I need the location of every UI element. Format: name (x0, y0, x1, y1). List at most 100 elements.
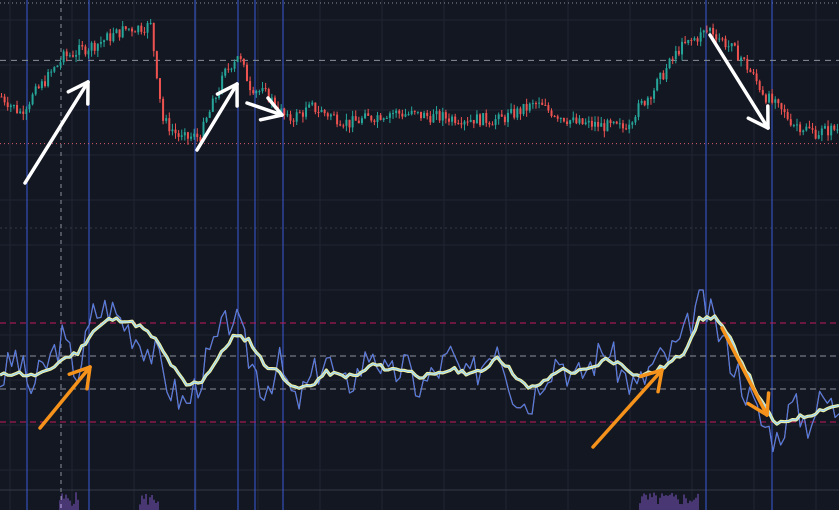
candle-body (786, 112, 789, 120)
candle-body (121, 26, 124, 38)
candle-body (174, 129, 177, 134)
candle-body (541, 102, 544, 105)
candle-body (500, 114, 503, 117)
chart-canvas[interactable] (0, 0, 839, 510)
candle-body (37, 86, 40, 89)
candle-body (758, 81, 761, 91)
candle-body (292, 120, 295, 122)
candle-body (534, 103, 537, 105)
candle-body (466, 121, 469, 123)
candle-body (814, 129, 817, 139)
candle-body (373, 120, 376, 123)
candle-body (413, 110, 416, 112)
candle-body (357, 120, 360, 124)
candle-body (789, 119, 792, 126)
candle-body (603, 123, 606, 132)
candle-body (752, 72, 755, 74)
candle-body (22, 111, 25, 114)
candle-body (519, 108, 522, 115)
candle-body (323, 110, 326, 114)
candle-body (416, 111, 419, 113)
candle-body (830, 125, 833, 136)
candle-body (326, 113, 329, 117)
candle-body (211, 98, 214, 112)
candle-body (556, 116, 559, 119)
candle-body (581, 118, 584, 125)
candle-body (817, 135, 820, 139)
candle-body (239, 56, 242, 59)
candle-body (208, 111, 211, 118)
candle-body (513, 108, 516, 118)
candle-body (656, 79, 659, 91)
candle-body (811, 128, 814, 130)
candle-body (805, 126, 808, 131)
candle-body (721, 38, 724, 40)
candle-body (395, 110, 398, 114)
osc-arrow-down[interactable] (720, 326, 771, 417)
candle-body (705, 30, 708, 32)
candle-body (47, 72, 50, 87)
price-arrow-up-1[interactable] (23, 80, 90, 185)
candle-body (609, 120, 612, 124)
osc-fast-line (0, 289, 839, 453)
candle-body (53, 67, 56, 72)
candle-body (84, 46, 87, 55)
candle-body (749, 69, 752, 73)
candle-body (454, 116, 457, 124)
candle-body (283, 108, 286, 116)
candle-body (314, 102, 317, 113)
candle-body (112, 33, 115, 42)
drawing-arrows[interactable] (23, 33, 771, 449)
osc-slow-line-outer (0, 314, 839, 426)
candle-body (708, 28, 711, 31)
candle-body (718, 38, 721, 40)
candle-body (429, 116, 432, 123)
candle-body (152, 22, 155, 52)
candle-body (712, 28, 715, 35)
candle-body (376, 115, 379, 123)
candle-body (31, 94, 34, 105)
candle-body (510, 108, 513, 113)
candle-body (441, 112, 444, 121)
candle-body (233, 61, 236, 69)
candle-body (242, 58, 245, 65)
candle-body (28, 104, 31, 110)
oscillator-pane[interactable] (0, 289, 839, 453)
price-arrow-up-2[interactable] (195, 82, 239, 152)
candle-body (398, 110, 401, 114)
candle-body (9, 105, 12, 108)
candle-body (354, 116, 357, 121)
osc-arrow-up-1[interactable] (38, 365, 92, 430)
candle-body (494, 119, 497, 125)
candle-body (690, 39, 693, 41)
candle-body (379, 115, 382, 120)
candle-body (146, 23, 149, 33)
candle-body (628, 124, 631, 130)
candle-body (382, 118, 385, 120)
candle-body (736, 45, 739, 61)
candle-body (640, 101, 643, 104)
candle-body (127, 28, 130, 30)
candle-body (687, 39, 690, 44)
candle-body (317, 112, 320, 114)
candle-body (575, 117, 578, 124)
candle-body (740, 57, 743, 61)
candle-body (684, 41, 687, 44)
candle-body (547, 105, 550, 111)
candle-body (507, 112, 510, 123)
candle-body (336, 114, 339, 125)
candle-body (6, 102, 9, 108)
candle-body (360, 118, 363, 124)
candle-body (183, 132, 186, 136)
candle-body (827, 126, 830, 136)
candle-body (727, 46, 730, 48)
price-arrow-up-3[interactable] (245, 96, 284, 122)
candle-body (301, 112, 304, 117)
candle-body (618, 123, 621, 125)
candle-body (435, 111, 438, 115)
candle-body (320, 110, 323, 113)
candle-body (261, 87, 264, 92)
candle-body (106, 33, 109, 41)
candle-body (385, 117, 388, 119)
candle-body (62, 51, 65, 63)
